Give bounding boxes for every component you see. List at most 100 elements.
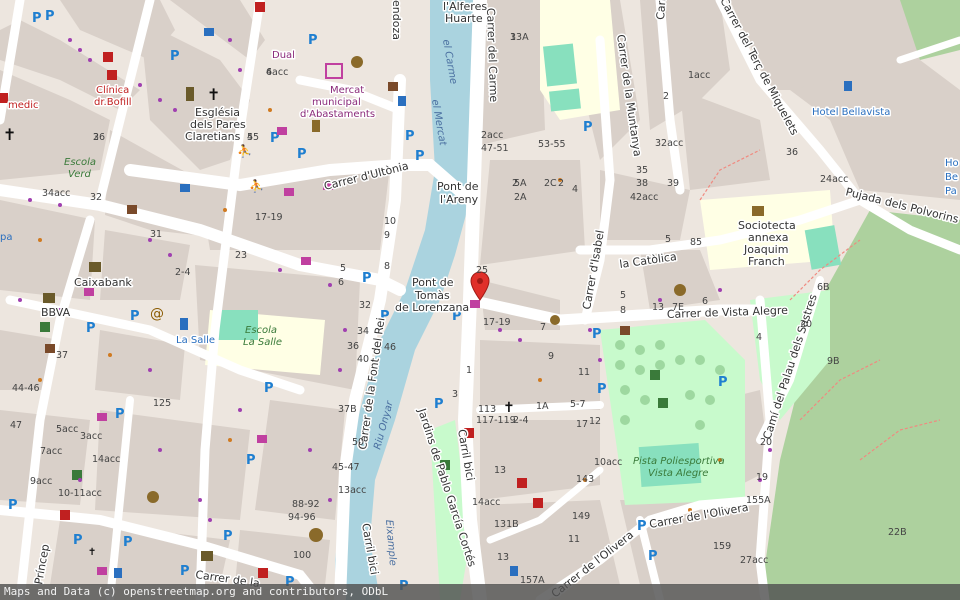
poi-left-pa: pa <box>0 232 12 243</box>
house-number: 5 <box>620 290 626 301</box>
playground-icon-5 <box>658 398 668 408</box>
house-number: 17 <box>576 419 588 430</box>
school-pitch-2 <box>549 88 581 112</box>
shop-icon-5 <box>84 288 94 296</box>
house-number: 40 <box>357 354 369 365</box>
clinic-icon-3 <box>533 498 543 508</box>
poi-hotel-right-3: Pa <box>945 186 957 197</box>
atm-icon-2 <box>201 551 213 561</box>
house-number: 4 <box>266 67 272 78</box>
map-canvas[interactable]: P P P P P P P P P P P P P P P P P P P P … <box>0 0 960 600</box>
bus-stop-icon-2 <box>844 81 852 91</box>
house-number: 113 <box>478 404 496 415</box>
bed-icon <box>180 184 190 192</box>
house-number: 44-46 <box>12 383 40 394</box>
shop-icon-marker <box>470 300 480 308</box>
house-number: 131B <box>494 519 519 530</box>
svg-text:P: P <box>73 533 83 548</box>
house-number: 13acc <box>338 485 366 496</box>
house-number: 36 <box>347 341 359 352</box>
bed-icon-2 <box>204 28 214 36</box>
house-number: 155A <box>746 495 771 506</box>
shop-icon-8 <box>97 567 107 575</box>
house-number: 17-19 <box>255 212 283 223</box>
house-number: 31 <box>150 229 162 240</box>
house-number: 3acc <box>80 431 102 442</box>
svg-text:P: P <box>405 129 415 144</box>
house-number: 2A <box>514 192 527 203</box>
bus-stop-icon-4 <box>114 568 122 578</box>
svg-text:P: P <box>123 535 133 550</box>
house-number: 2-4 <box>175 267 191 278</box>
house-number: 32 <box>359 300 371 311</box>
house-number: 32 <box>90 192 102 203</box>
house-number: 4 <box>756 332 762 343</box>
house-number: 9 <box>548 351 554 362</box>
house-number: 8 <box>620 305 626 316</box>
house-number: 1A <box>536 401 549 412</box>
playground-icon-4 <box>650 370 660 380</box>
house-number: 2 <box>512 178 518 189</box>
cafe-icon <box>127 205 137 214</box>
sport-icon: ⛹ <box>237 143 252 158</box>
svg-text:P: P <box>86 321 96 336</box>
medic-icon <box>0 93 8 103</box>
svg-text:P: P <box>648 549 658 564</box>
house-number: 20 <box>760 437 772 448</box>
cafe-icon-4 <box>45 344 55 353</box>
church-icon-small: ✝ <box>88 547 96 558</box>
svg-text:P: P <box>130 309 140 324</box>
house-number: 9 <box>384 230 390 241</box>
house-number: 88-92 <box>292 499 320 510</box>
poi-mercat-3: d'Abastaments <box>300 109 375 120</box>
house-number: 5 <box>247 132 253 143</box>
sport-icon-2: ⛹ <box>249 178 264 193</box>
svg-text:P: P <box>583 120 593 135</box>
poi-mercat-2: municipal <box>312 97 361 108</box>
shop-icon-2 <box>284 188 294 196</box>
house-number: 94-96 <box>288 512 316 523</box>
clinic-icon-2 <box>517 478 527 488</box>
poi-pista-2: Vista Alegre <box>648 468 708 479</box>
poi-escola-verd-2: Verd <box>68 169 92 180</box>
house-number: 37B <box>338 404 357 415</box>
clinic-icon-4 <box>60 510 70 520</box>
house-number: 149 <box>572 511 590 522</box>
house-number: 100 <box>293 550 311 561</box>
playground-icon <box>40 322 50 332</box>
house-number: 42acc <box>630 192 658 203</box>
clinic-icon-top <box>255 2 265 12</box>
poi-mercat-1: Mercat <box>330 85 364 96</box>
house-number: 13 <box>652 302 664 313</box>
house-number: 10acc <box>594 457 622 468</box>
house-number: 8 <box>384 261 390 272</box>
cafe-icon-3 <box>620 326 630 335</box>
poi-hotel-right-1: Ho <box>945 158 959 169</box>
poi-escola-salle-1: Escola <box>245 325 277 336</box>
svg-text:P: P <box>308 33 318 48</box>
house-number: 37 <box>56 350 68 361</box>
house-number: 9B <box>827 356 840 367</box>
svg-text:P: P <box>115 407 125 422</box>
house-number: 50 <box>352 437 364 448</box>
house-number: 2-4 <box>513 415 529 426</box>
pedestrian-icon <box>550 315 560 325</box>
house-number: 27acc <box>740 555 768 566</box>
svg-text:P: P <box>637 519 647 534</box>
house-number: 7E <box>672 302 684 313</box>
svg-text:P: P <box>170 49 180 64</box>
map-attribution[interactable]: Maps and Data (c) openstreetmap.org and … <box>0 584 960 600</box>
people-icon <box>351 56 363 68</box>
house-number: 11 <box>578 367 590 378</box>
house-number: 3 <box>93 132 99 143</box>
shop-icon-7 <box>257 435 267 443</box>
house-number: 2acc <box>481 130 503 141</box>
bridge-areny-2: l'Areny <box>440 193 479 206</box>
svg-text:P: P <box>718 375 728 390</box>
house-number: 1acc <box>688 70 710 81</box>
house-number: 39 <box>667 178 679 189</box>
house-number: 12 <box>589 416 601 427</box>
house-number: 36 <box>786 147 798 158</box>
poi-escola-salle-2: La Salle <box>243 337 282 348</box>
bus-stop-icon-3 <box>510 566 518 576</box>
